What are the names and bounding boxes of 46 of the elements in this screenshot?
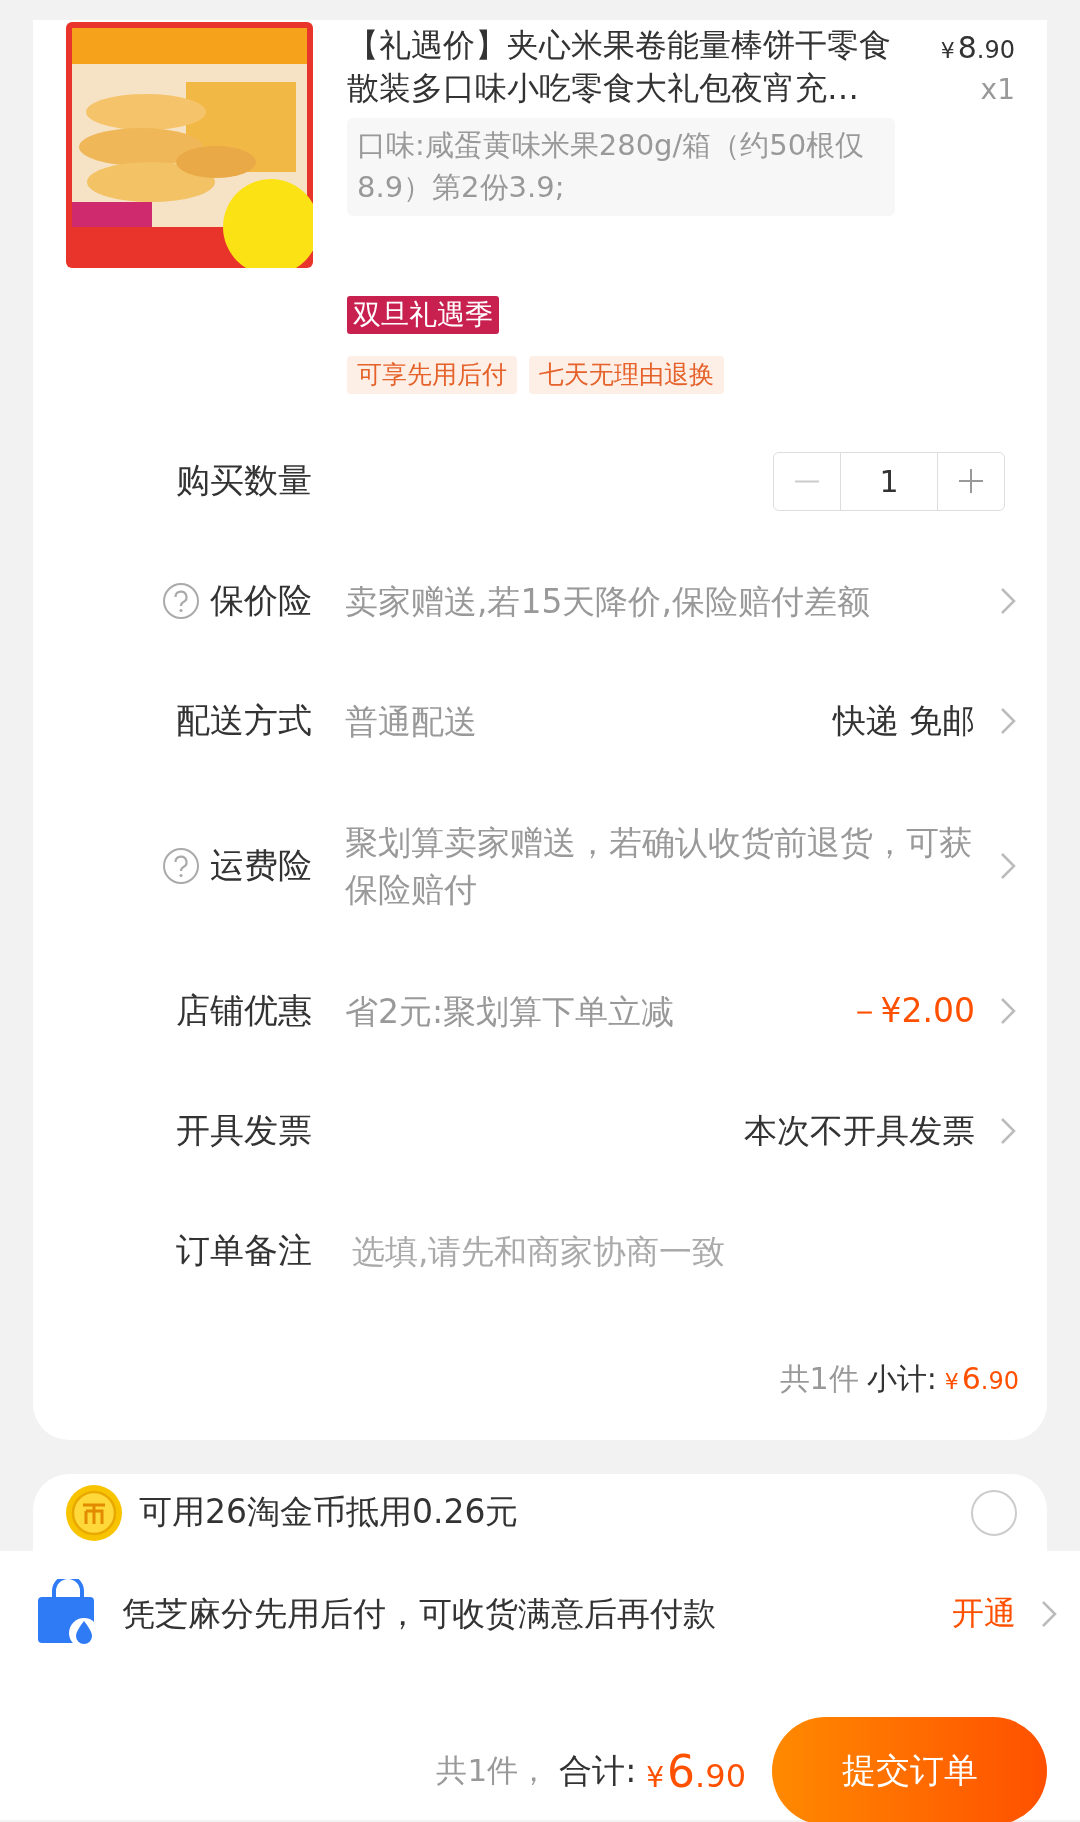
chevron-icon[interactable] bbox=[999, 996, 1017, 1026]
subtotal-price: ¥6.90 bbox=[944, 1361, 1019, 1396]
pay-later-text: 凭芝麻分先用后付，可收货满意后再付款 bbox=[122, 1592, 717, 1635]
row-description: 普通配送 bbox=[345, 700, 478, 743]
chevron-icon[interactable] bbox=[999, 851, 1017, 881]
plus-icon bbox=[959, 469, 983, 493]
row-label: 店铺优惠 bbox=[176, 989, 312, 1032]
note-field[interactable]: 选填,请先和商家协商一致 bbox=[352, 1231, 1017, 1271]
row-value: －¥2.00 bbox=[847, 989, 975, 1032]
chevron-icon[interactable] bbox=[999, 586, 1017, 616]
row-description: 省2元:聚划算下单立减 bbox=[345, 990, 676, 1033]
row-label: 运费险 bbox=[210, 844, 312, 887]
setting-row[interactable]: 店铺优惠 省2元:聚划算下单立减 －¥2.00 bbox=[33, 951, 1047, 1071]
row-value: 快递 免邮 bbox=[832, 699, 975, 742]
row-label: 订单备注 bbox=[176, 1229, 312, 1272]
coin-icon bbox=[65, 1483, 123, 1542]
setting-row[interactable]: 保价险 卖家赠送,若15天降价,保险赔付差额 bbox=[33, 541, 1047, 661]
promo-tag: 双旦礼遇季 bbox=[347, 296, 499, 334]
total-price: ¥6.90 bbox=[646, 1745, 746, 1797]
minus-icon bbox=[795, 479, 819, 483]
row-label: 保价险 bbox=[210, 579, 312, 622]
row-label: 购买数量 bbox=[176, 459, 312, 502]
chevron-icon[interactable] bbox=[999, 1116, 1017, 1146]
setting-row[interactable]: 配送方式 普通配送 快递 免邮 bbox=[33, 661, 1047, 781]
row-description: 聚划算卖家赠送，若确认收货前退货，可获保险赔付 bbox=[345, 822, 973, 911]
setting-row[interactable]: 开具发票 本次不开具发票 bbox=[33, 1071, 1047, 1191]
chevron-icon[interactable] bbox=[999, 706, 1017, 736]
radio-button[interactable] bbox=[971, 1489, 1017, 1536]
help-icon[interactable] bbox=[162, 847, 200, 885]
total-label: 合计: bbox=[559, 1749, 637, 1792]
chevron-icon[interactable] bbox=[1040, 1599, 1058, 1629]
coin-offer-text: 可用26淘金币抵用0.26元 bbox=[139, 1491, 520, 1533]
product-title[interactable]: 【礼遇价】夹心米果卷能量棒饼干零食散装多口味小吃零食大礼包夜宵充… bbox=[347, 24, 895, 110]
help-icon[interactable] bbox=[162, 582, 200, 620]
subtotal-label: 小计: bbox=[866, 1360, 937, 1398]
service-tag: 可享先用后付 bbox=[347, 356, 517, 394]
product-price: ¥8.90 bbox=[940, 30, 1015, 65]
service-tag: 七天无理由退换 bbox=[529, 356, 724, 394]
item-count: 共1件， bbox=[436, 1751, 550, 1790]
row-description: 卖家赠送,若15天降价,保险赔付差额 bbox=[345, 580, 871, 623]
row-value: 本次不开具发票 bbox=[744, 1109, 975, 1152]
product-spec: 口味:咸蛋黄味米果280g/箱（约50根仅8.9）第2份3.9; bbox=[347, 118, 895, 216]
item-count: 共1件 bbox=[779, 1360, 859, 1398]
row-label: 开具发票 bbox=[176, 1109, 312, 1152]
product-quantity: x1 bbox=[980, 73, 1015, 106]
row-label: 配送方式 bbox=[176, 699, 312, 742]
